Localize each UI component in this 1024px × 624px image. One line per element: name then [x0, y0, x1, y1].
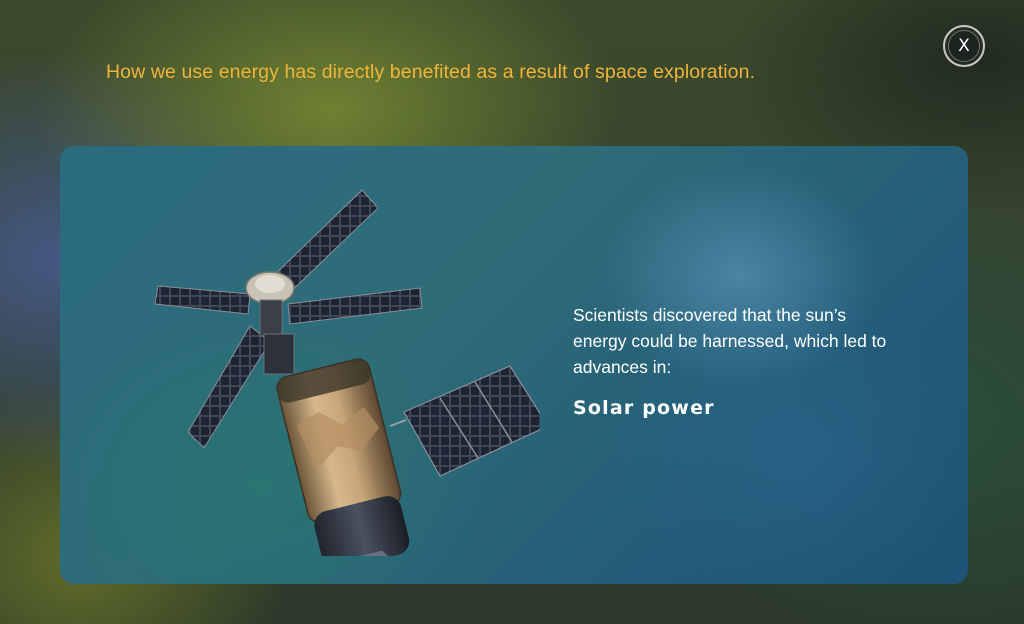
close-button[interactable]: X	[943, 25, 985, 67]
close-icon: X	[948, 30, 980, 62]
satellite-image	[154, 189, 540, 556]
solar-arm-lower-left	[187, 325, 271, 449]
solar-arm-left	[154, 285, 251, 315]
solar-arm-right	[287, 287, 423, 325]
card-subject: Solar power	[573, 397, 715, 419]
page-title: How we use energy has directly benefited…	[106, 61, 756, 83]
solar-wing-side	[389, 365, 540, 477]
info-card: Scientists discovered that the sun’s ene…	[60, 146, 968, 584]
card-description: Scientists discovered that the sun’s ene…	[573, 305, 887, 377]
